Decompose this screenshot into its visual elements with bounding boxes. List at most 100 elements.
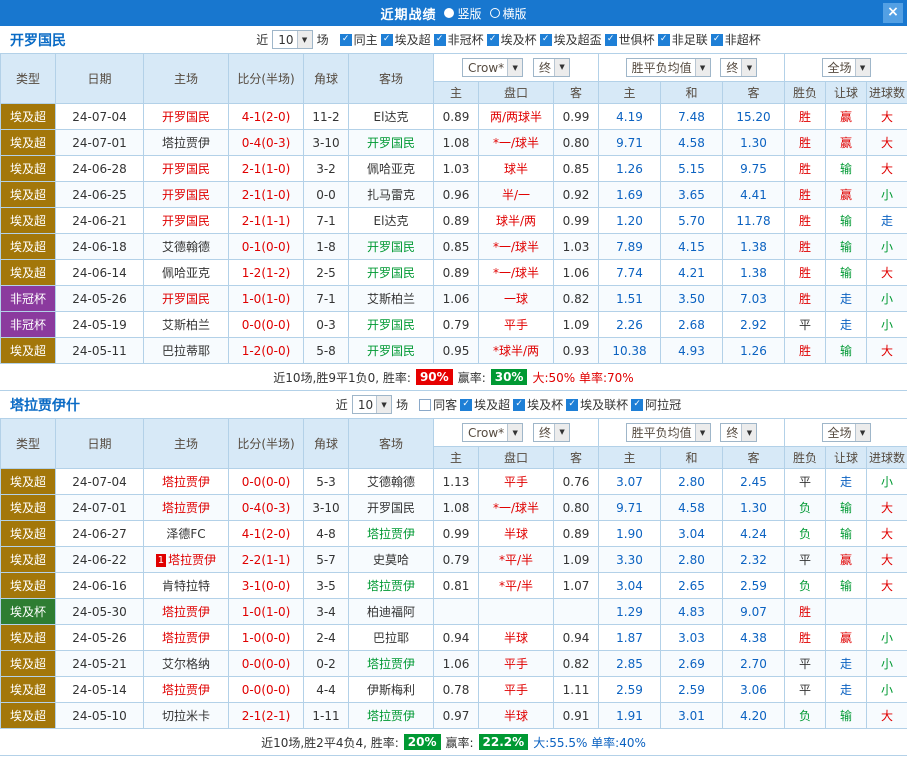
eu-home-odds: 2.59 (599, 677, 661, 703)
ah-away-odds: 1.07 (554, 573, 599, 599)
filter-checkbox-埃及超盃[interactable]: ✓埃及超盃 (540, 31, 602, 48)
bookmaker-select[interactable]: Crow* ▼ (462, 58, 523, 77)
checkbox-checked-icon[interactable]: ✓ (460, 399, 472, 411)
chevron-down-icon: ▼ (554, 59, 569, 76)
filter-checkbox-埃及超[interactable]: ✓埃及超 (460, 396, 510, 413)
away-team[interactable]: 史莫哈 (349, 547, 434, 573)
checkbox-checked-icon[interactable]: ✓ (566, 399, 578, 411)
euro-odds-time-select[interactable]: 终 ▼ (720, 58, 757, 77)
ah-home-odds (434, 599, 479, 625)
away-team[interactable]: 佩哈亚克 (349, 156, 434, 182)
checkbox-checked-icon[interactable]: ✓ (711, 34, 723, 46)
checkbox-checked-icon[interactable]: ✓ (487, 34, 499, 46)
filter-checkbox-同客[interactable]: 同客 (419, 396, 457, 413)
home-team[interactable]: 艾尔格纳 (144, 651, 229, 677)
away-team[interactable]: 塔拉贾伊 (349, 573, 434, 599)
ah-home-odds: 0.89 (434, 260, 479, 286)
checkbox-checked-icon[interactable]: ✓ (513, 399, 525, 411)
col-corner: 角球 (304, 419, 349, 469)
checkbox-checked-icon[interactable]: ✓ (540, 34, 552, 46)
checkbox-checked-icon[interactable]: ✓ (340, 34, 352, 46)
euro-odds-select-value: 胜平负均值 (627, 59, 695, 76)
goals-result-flag: 大 (867, 338, 907, 364)
eu-draw-odds: 4.83 (661, 599, 723, 625)
home-team[interactable]: 艾斯柏兰 (144, 312, 229, 338)
checkbox-checked-icon[interactable]: ✓ (381, 34, 393, 46)
away-team[interactable]: El达克 (349, 104, 434, 130)
home-team[interactable]: 塔拉贾伊 (144, 495, 229, 521)
away-team[interactable]: 艾德翰德 (349, 469, 434, 495)
match-count-select[interactable]: 10 ▼ (272, 30, 312, 49)
filter-checkbox-世俱杯[interactable]: ✓世俱杯 (605, 31, 655, 48)
filter-checkbox-阿拉冠[interactable]: ✓阿拉冠 (631, 396, 681, 413)
handicap-result-flag: 输 (826, 573, 867, 599)
checkbox-checked-icon[interactable]: ✓ (631, 399, 643, 411)
away-team[interactable]: 塔拉贾伊 (349, 521, 434, 547)
checkbox-checked-icon[interactable]: ✓ (658, 34, 670, 46)
scope-select[interactable]: 全场 ▼ (822, 423, 871, 442)
eu-home-odds: 2.85 (599, 651, 661, 677)
filter-checkbox-埃及杯[interactable]: ✓埃及杯 (487, 31, 537, 48)
away-team[interactable]: 扎马雷克 (349, 182, 434, 208)
match-date: 24-05-26 (56, 625, 144, 651)
checkbox-label: 埃及超盃 (554, 31, 602, 48)
home-team[interactable]: 开罗国民 (144, 208, 229, 234)
home-team[interactable]: 艾德翰德 (144, 234, 229, 260)
away-team[interactable]: El达克 (349, 208, 434, 234)
away-team[interactable]: 伊斯梅利 (349, 677, 434, 703)
asian-odds-time-select[interactable]: 终 ▼ (533, 423, 570, 442)
close-button[interactable]: × (883, 3, 903, 23)
filter-checkbox-非超杯[interactable]: ✓非超杯 (711, 31, 761, 48)
home-team[interactable]: 切拉米卡 (144, 703, 229, 729)
euro-odds-select[interactable]: 胜平负均值 ▼ (626, 423, 711, 442)
home-team[interactable]: 开罗国民 (144, 156, 229, 182)
col-ah-home: 主 (434, 447, 479, 469)
filter-checkbox-埃及杯[interactable]: ✓埃及杯 (513, 396, 563, 413)
home-team[interactable]: 巴拉蒂耶 (144, 338, 229, 364)
home-team[interactable]: 1塔拉贾伊 (144, 547, 229, 573)
home-team[interactable]: 肯特拉特 (144, 573, 229, 599)
filter-checkbox-埃及超[interactable]: ✓埃及超 (381, 31, 431, 48)
home-team[interactable]: 开罗国民 (144, 104, 229, 130)
home-team[interactable]: 塔拉贾伊 (144, 599, 229, 625)
bookmaker-select[interactable]: Crow* ▼ (462, 423, 523, 442)
home-team[interactable]: 泽德FC (144, 521, 229, 547)
away-team[interactable]: 开罗国民 (349, 338, 434, 364)
away-team[interactable]: 开罗国民 (349, 130, 434, 156)
away-team[interactable]: 塔拉贾伊 (349, 651, 434, 677)
home-team[interactable]: 塔拉贾伊 (144, 469, 229, 495)
layout-radio-horizontal[interactable]: 横版 (490, 5, 527, 22)
asian-odds-time-select[interactable]: 终 ▼ (533, 58, 570, 77)
result-flag: 胜 (785, 208, 826, 234)
home-team[interactable]: 开罗国民 (144, 182, 229, 208)
filter-checkbox-埃及联杯[interactable]: ✓埃及联杯 (566, 396, 628, 413)
match-count-select[interactable]: 10 ▼ (352, 395, 392, 414)
scope-select[interactable]: 全场 ▼ (822, 58, 871, 77)
layout-radio-vertical[interactable]: 竖版 (444, 5, 481, 22)
checkbox-label: 非冠杯 (448, 31, 484, 48)
home-team[interactable]: 塔拉贾伊 (144, 130, 229, 156)
home-team[interactable]: 佩哈亚克 (144, 260, 229, 286)
checkbox-checked-icon[interactable]: ✓ (605, 34, 617, 46)
home-team[interactable]: 塔拉贾伊 (144, 677, 229, 703)
away-team[interactable]: 巴拉耶 (349, 625, 434, 651)
euro-odds-time-select[interactable]: 终 ▼ (720, 423, 757, 442)
away-team[interactable]: 开罗国民 (349, 312, 434, 338)
away-team[interactable]: 开罗国民 (349, 234, 434, 260)
filter-checkbox-非足联[interactable]: ✓非足联 (658, 31, 708, 48)
checkbox-checked-icon[interactable]: ✓ (434, 34, 446, 46)
score: 1-2(0-0) (229, 338, 304, 364)
eu-away-odds: 2.45 (723, 469, 785, 495)
home-team[interactable]: 开罗国民 (144, 286, 229, 312)
euro-odds-time-value: 终 (721, 59, 741, 76)
away-team[interactable]: 开罗国民 (349, 495, 434, 521)
away-team[interactable]: 塔拉贾伊 (349, 703, 434, 729)
home-team[interactable]: 塔拉贾伊 (144, 625, 229, 651)
away-team[interactable]: 开罗国民 (349, 260, 434, 286)
filter-checkbox-非冠杯[interactable]: ✓非冠杯 (434, 31, 484, 48)
checkbox-unchecked-icon[interactable] (419, 399, 431, 411)
euro-odds-select[interactable]: 胜平负均值 ▼ (626, 58, 711, 77)
away-team[interactable]: 柏迪福阿 (349, 599, 434, 625)
away-team[interactable]: 艾斯柏兰 (349, 286, 434, 312)
filter-checkbox-同主[interactable]: ✓同主 (340, 31, 378, 48)
